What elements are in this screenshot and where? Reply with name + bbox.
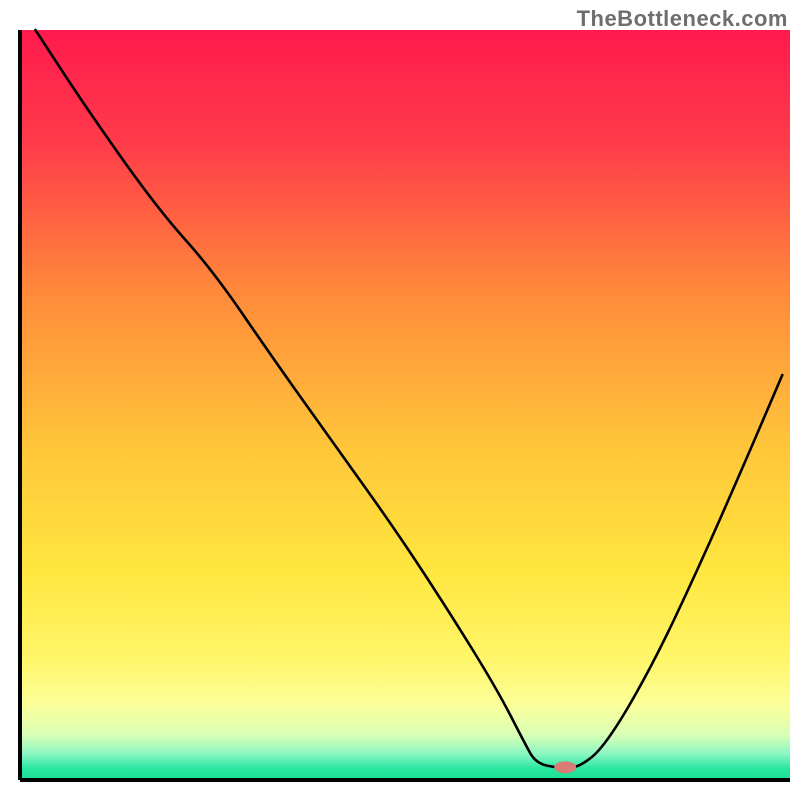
optimal-point-marker <box>554 761 576 773</box>
bottleneck-chart <box>0 0 800 800</box>
gradient-background <box>20 30 790 780</box>
chart-frame: TheBottleneck.com <box>0 0 800 800</box>
plot-area <box>20 30 790 780</box>
watermark-text: TheBottleneck.com <box>577 6 788 32</box>
